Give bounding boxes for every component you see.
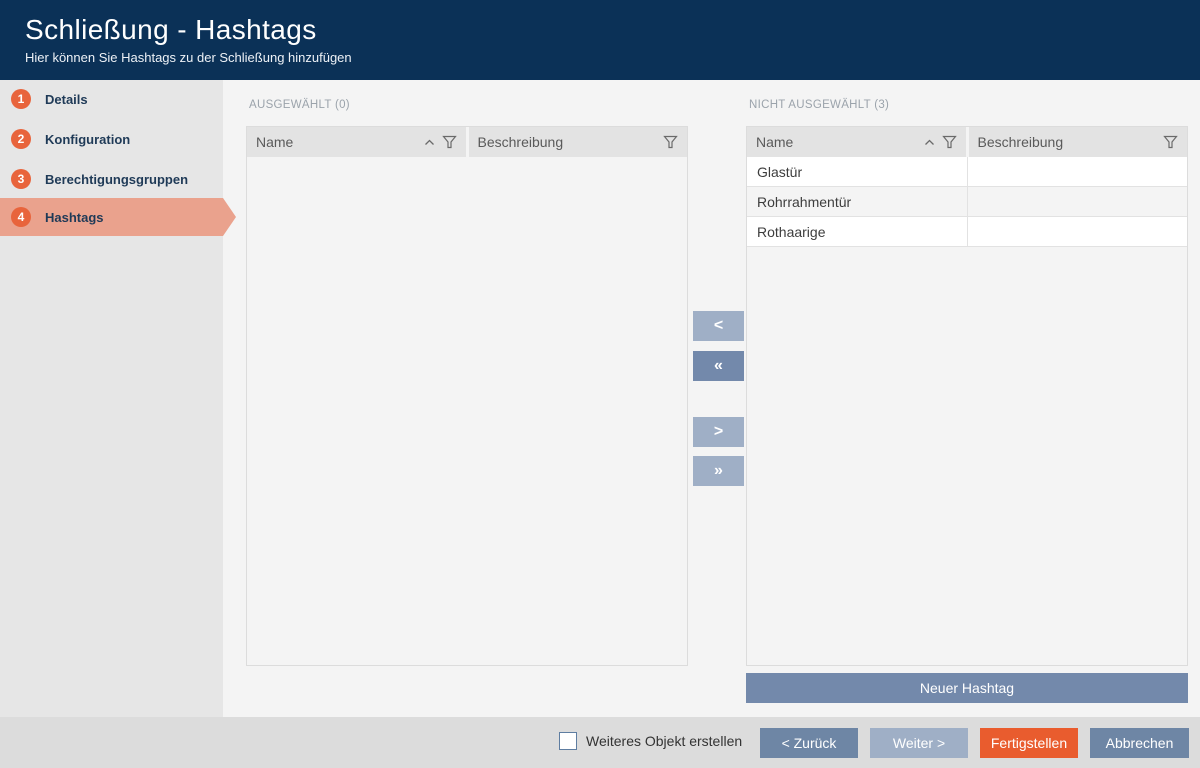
sort-asc-icon[interactable]	[924, 139, 935, 146]
sidebar-item-berechtigungsgruppen[interactable]: 3 Berechtigungsgruppen	[0, 160, 223, 198]
row-beschreibung-cell	[968, 157, 1188, 186]
page-title: Schließung - Hashtags	[25, 13, 1200, 47]
move-all-right-button[interactable]: »	[693, 456, 744, 486]
unselected-section-label: NICHT AUSGEWÄHLT (3)	[749, 99, 889, 111]
selected-table-header: Name Beschreibung	[247, 127, 687, 157]
row-beschreibung-cell	[968, 217, 1188, 246]
column-header-beschreibung[interactable]: Beschreibung	[969, 127, 1188, 157]
next-button[interactable]: Weiter >	[870, 728, 968, 758]
sidebar-item-details[interactable]: 1 Details	[0, 80, 223, 118]
sidebar-item-label: Berechtigungsgruppen	[45, 172, 188, 187]
column-header-name[interactable]: Name	[247, 127, 466, 157]
row-name-cell: Rothaarige	[747, 217, 968, 246]
footer-bar: Weiteres Objekt erstellen < Zurück Weite…	[0, 717, 1200, 768]
sidebar-item-label: Konfiguration	[45, 132, 130, 147]
sidebar-item-label: Hashtags	[45, 210, 104, 225]
row-name-cell: Glastür	[747, 157, 968, 186]
move-right-button[interactable]: >	[693, 417, 744, 447]
new-hashtag-button[interactable]: Neuer Hashtag	[746, 673, 1188, 703]
sort-asc-icon[interactable]	[424, 139, 435, 146]
table-row[interactable]: Rohrrahmentür	[747, 187, 1187, 217]
wizard-header: Schließung - Hashtags Hier können Sie Ha…	[0, 0, 1200, 80]
filter-icon[interactable]	[663, 135, 678, 149]
unselected-table-header: Name Beschreibung	[747, 127, 1187, 157]
page-subtitle: Hier können Sie Hashtags zu der Schließu…	[25, 50, 1200, 65]
unselected-table-body: Glastür Rohrrahmentür Rothaarige	[747, 157, 1187, 247]
create-another-checkbox[interactable]	[559, 732, 577, 750]
sidebar-item-label: Details	[45, 92, 88, 107]
selected-section-label: AUSGEWÄHLT (0)	[249, 99, 350, 111]
column-header-label: Name	[756, 134, 793, 150]
app-window: Schließung - Hashtags Hier können Sie Ha…	[0, 0, 1200, 768]
unselected-table: Name Beschreibung Glastür	[746, 126, 1188, 666]
step-number-badge: 3	[11, 169, 31, 189]
cancel-button[interactable]: Abbrechen	[1090, 728, 1189, 758]
row-beschreibung-cell	[968, 187, 1188, 216]
move-all-left-button[interactable]: «	[693, 351, 744, 381]
column-header-label: Name	[256, 134, 293, 150]
wizard-steps-sidebar: 1 Details 2 Konfiguration 3 Berechtigung…	[0, 80, 223, 717]
column-header-name[interactable]: Name	[747, 127, 966, 157]
table-row[interactable]: Rothaarige	[747, 217, 1187, 247]
step-number-badge: 4	[11, 207, 31, 227]
filter-icon[interactable]	[442, 135, 457, 149]
column-header-label: Beschreibung	[478, 134, 564, 150]
active-step-arrow	[223, 198, 236, 236]
sidebar-item-konfiguration[interactable]: 2 Konfiguration	[0, 120, 223, 158]
filter-icon[interactable]	[942, 135, 957, 149]
move-left-button[interactable]: <	[693, 311, 744, 341]
selected-table: Name Beschreibung	[246, 126, 688, 666]
column-header-beschreibung[interactable]: Beschreibung	[469, 127, 688, 157]
create-another-label: Weiteres Objekt erstellen	[586, 733, 742, 749]
step-number-badge: 1	[11, 89, 31, 109]
row-name-cell: Rohrrahmentür	[747, 187, 968, 216]
sidebar-item-hashtags[interactable]: 4 Hashtags	[0, 198, 223, 236]
finish-button[interactable]: Fertigstellen	[980, 728, 1078, 758]
table-row[interactable]: Glastür	[747, 157, 1187, 187]
column-header-label: Beschreibung	[978, 134, 1064, 150]
step-number-badge: 2	[11, 129, 31, 149]
filter-icon[interactable]	[1163, 135, 1178, 149]
back-button[interactable]: < Zurück	[760, 728, 858, 758]
